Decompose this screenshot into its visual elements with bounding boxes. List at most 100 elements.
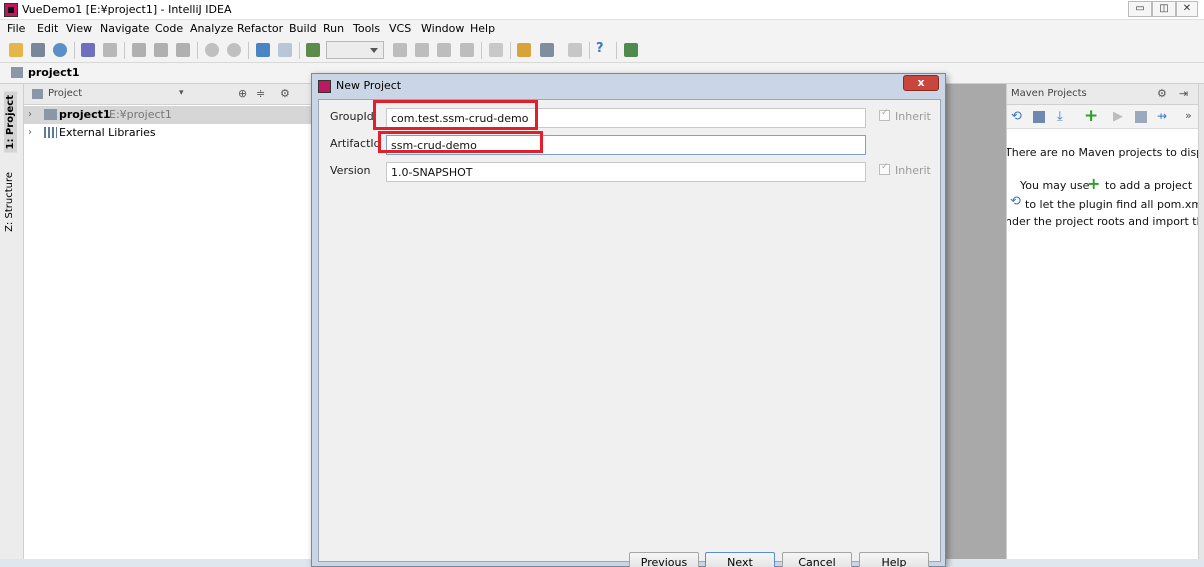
menu-file[interactable]: File [7,22,25,35]
terminal-icon[interactable] [624,43,638,57]
minimize-button[interactable]: ▭ [1128,1,1152,17]
project-panel-header: Project ▾ ⊕ ≑ ⚙ [24,84,314,105]
replace-icon[interactable] [227,43,241,57]
copy-icon[interactable] [154,43,168,57]
menu-vcs[interactable]: VCS [389,22,411,35]
find-icon[interactable] [205,43,219,57]
groupid-highlight-box [373,100,538,130]
previous-button-label: Previous [640,556,688,567]
tree-path: E:¥project1 [109,108,172,121]
forward-icon[interactable] [278,43,292,57]
tree-row-project1[interactable]: › project1 E:¥project1 [24,106,314,124]
dialog-title: New Project [336,79,402,92]
menu-build[interactable]: Build [289,22,317,35]
intellij-app-icon [4,3,18,17]
project-view-selector[interactable]: Project [48,88,82,99]
libraries-icon [44,127,57,138]
build-icon[interactable] [306,43,320,57]
next-button[interactable]: Next [705,552,775,567]
sdk-icon[interactable] [568,43,582,57]
menu-analyze[interactable]: Analyze [190,22,233,35]
more-icon[interactable]: » [1185,109,1192,122]
version-input[interactable] [386,162,866,182]
main-toolbar: ? [0,38,1204,63]
inherit-label: Inherit [895,110,931,123]
version-label: Version [330,164,371,177]
maven-toolbar: ⟲ ⤓ + ▶ ⇸ » [1007,105,1198,129]
menu-help[interactable]: Help [470,22,495,35]
cut-icon[interactable] [132,43,146,57]
vcs-icon[interactable] [489,43,503,57]
run-icon[interactable] [393,43,407,57]
redo-icon[interactable] [103,43,117,57]
debug-icon[interactable] [415,43,429,57]
tree-row-external-libraries[interactable]: › External Libraries [24,124,314,142]
help-button[interactable]: Help [859,552,929,567]
version-inherit[interactable]: Inherit [879,162,931,177]
next-button-label: Next [727,556,753,567]
menu-run[interactable]: Run [323,22,344,35]
menu-view[interactable]: View [66,22,92,35]
project-panel: Project ▾ ⊕ ≑ ⚙ › project1 E:¥project1 ›… [24,84,314,567]
new-project-dialog: New Project x GroupId Inherit ArtifactId… [311,73,946,567]
breadcrumb[interactable]: project1 [11,66,80,79]
maven-hint-text: You may use [1020,179,1090,192]
breadcrumb-project[interactable]: project1 [28,66,80,79]
project-structure-icon[interactable] [540,43,554,57]
dropdown-arrow-icon[interactable]: ▾ [179,88,184,98]
download-icon[interactable]: ⤓ [1057,109,1063,124]
coverage-icon[interactable] [437,43,451,57]
menu-refactor[interactable]: Refactor [237,22,283,35]
maven-empty-message: There are no Maven projects to displ [1006,146,1198,159]
menu-code[interactable]: Code [155,22,183,35]
toggle-offline-icon[interactable]: ⇸ [1157,109,1167,123]
tab-structure[interactable]: Z: Structure [4,172,15,232]
maven-panel-title: Maven Projects [1011,88,1087,99]
generate-sources-icon[interactable] [1033,111,1045,123]
reimport-icon[interactable]: ⟲ [1011,109,1022,124]
expand-arrow-icon[interactable]: › [28,127,32,138]
inherit-checkbox[interactable] [879,108,890,121]
back-icon[interactable] [256,43,270,57]
gear-icon[interactable]: ⚙ [1157,87,1167,100]
sync-icon[interactable] [53,43,67,57]
module-folder-icon [11,67,23,78]
maven-hint-text: to let the plugin find all pom.xml [1025,198,1198,211]
reimport-icon[interactable]: ⟲ [1010,194,1021,209]
add-icon[interactable]: + [1087,174,1100,193]
menu-window[interactable]: Window [421,22,464,35]
menu-tools[interactable]: Tools [353,22,380,35]
hide-panel-icon[interactable]: ⇥ [1179,87,1188,100]
undo-icon[interactable] [81,43,95,57]
scroll-from-source-icon[interactable]: ⊕ [238,87,247,100]
stop-icon[interactable] [460,43,474,57]
settings-icon[interactable] [517,43,531,57]
dialog-close-button[interactable]: x [903,75,939,91]
window-title: VueDemo1 [E:¥project1] - IntelliJ IDEA [22,3,232,16]
close-window-button[interactable]: ✕ [1176,1,1198,17]
menu-bar: File Edit View Navigate Code Analyze Ref… [0,20,1204,38]
expand-arrow-icon[interactable]: › [28,109,32,120]
collapse-all-icon[interactable]: ≑ [256,87,265,100]
inherit-checkbox[interactable] [879,162,890,175]
project-view-icon [32,89,43,99]
maximize-button[interactable]: ◫ [1152,1,1176,17]
run-icon[interactable]: ▶ [1113,109,1123,124]
tab-project[interactable]: 1: Project [4,92,17,153]
inherit-label: Inherit [895,164,931,177]
groupid-inherit[interactable]: Inherit [879,108,931,123]
right-tool-strip [1198,84,1204,567]
menu-edit[interactable]: Edit [37,22,58,35]
help-icon[interactable]: ? [596,41,610,56]
menu-navigate[interactable]: Navigate [100,22,149,35]
run-configuration-select[interactable] [326,41,384,59]
module-folder-icon [44,109,57,120]
open-folder-icon[interactable] [9,43,23,57]
save-icon[interactable] [31,43,45,57]
add-icon[interactable]: + [1084,106,1098,126]
gear-icon[interactable]: ⚙ [280,87,290,100]
cancel-button[interactable]: Cancel [782,552,852,567]
execute-goal-icon[interactable] [1135,111,1147,123]
previous-button[interactable]: Previous [629,552,699,567]
paste-icon[interactable] [176,43,190,57]
